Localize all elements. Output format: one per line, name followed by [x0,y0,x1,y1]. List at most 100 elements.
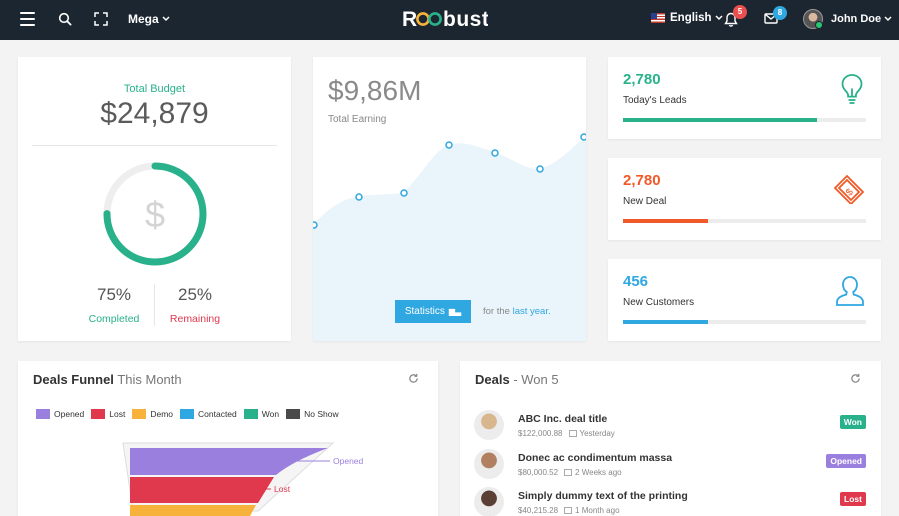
deals-card: Deals - Won 5 ABC Inc. deal title $122,0… [460,361,881,516]
notifications-badge: 5 [733,5,747,19]
deals-funnel-card: Deals Funnel This Month Opened Lost Demo… [18,361,438,516]
new-deal-card: 2,780 New Deal $ [608,158,881,240]
top-navbar: Mega R bust English 5 8 John Doe [0,0,899,40]
new-customers-card: 456 New Customers [608,259,881,341]
deal-list-item[interactable]: Donec ac condimentum massa $80,000.52 2 … [474,449,866,481]
deal-amount: $122,000.88 [518,429,563,438]
earning-point[interactable] [313,221,318,229]
earning-point[interactable] [580,133,586,141]
user-menu-dropdown[interactable]: John Doe [803,9,892,29]
user-icon [836,276,864,306]
app-logo[interactable]: R bust [402,6,488,32]
search-icon[interactable] [58,12,72,26]
deal-meta: $122,000.88 Yesterday [518,429,615,438]
total-budget-card: Total Budget $24,879 $ 75% Completed 25%… [18,57,291,341]
mega-menu-dropdown[interactable]: Mega [128,12,170,26]
earning-value: $9,86M [328,75,422,106]
funnel-chart: Opened Lost [122,442,364,516]
kpi-label: New Deal [623,196,667,207]
kpi-progress-fill [623,219,709,223]
lightbulb-icon [841,74,863,104]
deal-list-item[interactable]: ABC Inc. deal title $122,000.88 Yesterda… [474,410,866,442]
language-dropdown[interactable]: English [651,12,723,24]
funnel-segment-lost[interactable] [130,477,274,503]
deal-avatar [474,449,504,479]
us-flag-icon [651,13,665,23]
earning-point[interactable] [536,165,544,173]
deal-name[interactable]: Donec ac condimentum massa [518,452,672,464]
notifications-button[interactable]: 5 [724,5,747,27]
opened-annotation: Opened [333,456,364,466]
total-earning-card: $9,86M Total Earning Statistics ▆▃ for t… [313,57,586,341]
messages-button[interactable]: 8 [764,6,787,24]
kpi-progress-track [623,320,866,324]
kpi-value: 456 [623,273,649,290]
deal-meta: $80,000.52 2 Weeks ago [518,468,622,477]
deal-status-badge: Lost [840,492,866,506]
bar-chart-icon: ▆▃ [448,307,462,316]
deal-name[interactable]: Simply dummy text of the printing [518,490,688,502]
earning-point[interactable] [491,149,499,157]
statistics-button[interactable]: Statistics ▆▃ [395,300,471,323]
earning-point[interactable] [400,189,408,197]
chevron-down-icon [884,16,892,22]
calendar-icon [564,469,573,476]
menu-icon[interactable] [20,12,35,26]
kpi-value: 2,780 [623,71,661,88]
dollar-icon: $ [145,194,165,235]
mega-menu-label: Mega [128,12,159,26]
deals-title: Deals - Won 5 [475,372,559,387]
deal-list-item[interactable]: Simply dummy text of the printing $40,21… [474,487,866,516]
expand-icon[interactable] [94,12,108,26]
kpi-progress-track [623,219,866,223]
refresh-icon[interactable] [850,373,861,387]
deal-status-badge: Won [839,415,866,429]
remaining-label: Remaining [169,313,221,325]
earning-point[interactable] [445,141,453,149]
footnote-highlight[interactable]: last year. [513,306,551,317]
deal-amount: $40,215.28 [518,506,559,515]
deal-meta: $40,215.28 1 Month ago [518,506,620,515]
kpi-progress-track [623,118,866,122]
messages-badge: 8 [773,6,787,20]
deal-date: 2 Weeks ago [575,468,622,477]
user-avatar [803,9,823,29]
chevron-down-icon [162,16,170,22]
deal-avatar [474,410,504,440]
language-label: English [670,12,712,24]
funnel-segment-demo[interactable] [130,505,256,516]
kpi-label: Today's Leads [623,95,687,106]
deals-title-main: Deals [475,372,510,387]
robust-logo: R bust [402,8,488,31]
kpi-progress-fill [623,320,709,324]
deal-amount: $80,000.52 [518,468,559,477]
divider [32,145,277,146]
lost-annotation: Lost [274,484,291,494]
budget-donut-chart: $ [103,162,207,266]
earning-point[interactable] [355,193,363,201]
calendar-icon [564,507,573,514]
footnote-prefix: for the [483,306,510,317]
budget-title: Total Budget [123,83,186,95]
kpi-label: New Customers [623,297,695,308]
svg-text:bust: bust [443,8,488,31]
chevron-down-icon [715,15,723,21]
remaining-pct: 25% [177,285,213,304]
deal-status-badge: Opened [826,454,866,468]
remaining-stat: 25% Remaining [140,285,250,325]
svg-text:R: R [402,8,418,31]
earning-label: Total Earning [328,114,387,125]
earning-footnote: for the last year. [483,306,551,317]
deal-name[interactable]: ABC Inc. deal title [518,413,607,425]
kpi-progress-fill [623,118,818,122]
statistics-button-label: Statistics [404,306,445,317]
calendar-icon [568,430,577,437]
deal-date: Yesterday [579,429,615,438]
money-icon: $ [833,174,865,204]
budget-value: $24,879 [100,97,209,130]
todays-leads-card: 2,780 Today's Leads [608,57,881,139]
deal-date: 1 Month ago [575,506,620,515]
deal-avatar [474,487,504,516]
kpi-value: 2,780 [623,172,661,189]
user-name: John Doe [831,13,882,25]
